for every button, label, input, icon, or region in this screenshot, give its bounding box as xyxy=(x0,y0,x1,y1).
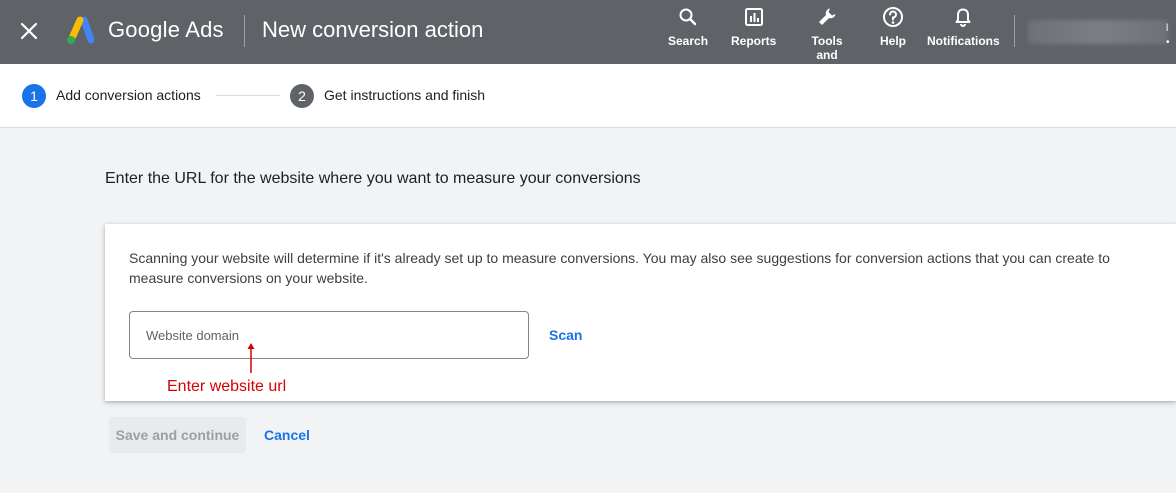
close-icon xyxy=(20,22,38,40)
step-connector xyxy=(216,95,280,96)
step-1-number: 1 xyxy=(22,84,46,108)
website-domain-input[interactable] xyxy=(129,311,529,359)
top-app-bar: Google Ads New conversion action Search … xyxy=(0,0,1176,64)
scan-card: Scanning your website will determine if … xyxy=(105,224,1176,401)
annotation-label: Enter website url xyxy=(167,378,287,395)
annotation-arrow-icon xyxy=(247,343,255,373)
nav-notifications-label: Notifications xyxy=(927,34,1000,48)
nav-help-label: Help xyxy=(880,34,907,48)
brand-name: Google Ads xyxy=(108,17,224,42)
header-divider-right xyxy=(1014,15,1015,47)
save-and-continue-button[interactable]: Save and continue xyxy=(109,417,246,453)
url-prompt-heading: Enter the URL for the website where you … xyxy=(105,170,641,187)
cancel-button[interactable]: Cancel xyxy=(256,417,318,453)
help-icon xyxy=(881,5,905,29)
nav-reports-label: Reports xyxy=(731,34,777,48)
nav-search-label: Search xyxy=(668,34,709,48)
account-edge-mark: l • xyxy=(1166,23,1170,48)
nav-search[interactable]: Search xyxy=(668,5,708,48)
stepper: 1 Add conversion actions 2 Get instructi… xyxy=(0,64,1176,128)
google-ads-logo xyxy=(67,16,95,44)
reports-icon xyxy=(742,5,766,29)
search-icon xyxy=(676,5,700,29)
page-title: New conversion action xyxy=(262,17,484,42)
tools-icon xyxy=(815,5,839,29)
scan-description: Scanning your website will determine if … xyxy=(129,250,1110,286)
step-2-number: 2 xyxy=(290,84,314,108)
nav-notifications[interactable]: Notifications xyxy=(927,5,1000,48)
nav-tools-label: Tools and xyxy=(811,34,843,62)
nav-reports[interactable]: Reports xyxy=(731,5,776,48)
close-button[interactable] xyxy=(14,16,44,46)
header-divider xyxy=(244,15,245,47)
account-info-blurred[interactable] xyxy=(1028,20,1168,44)
scan-button[interactable]: Scan xyxy=(549,327,582,343)
bell-icon xyxy=(951,5,975,29)
nav-help[interactable]: Help xyxy=(880,5,906,48)
nav-tools[interactable]: Tools and xyxy=(808,5,846,62)
step-1-label: Add conversion actions xyxy=(56,87,201,103)
step-2-label: Get instructions and finish xyxy=(324,87,486,103)
